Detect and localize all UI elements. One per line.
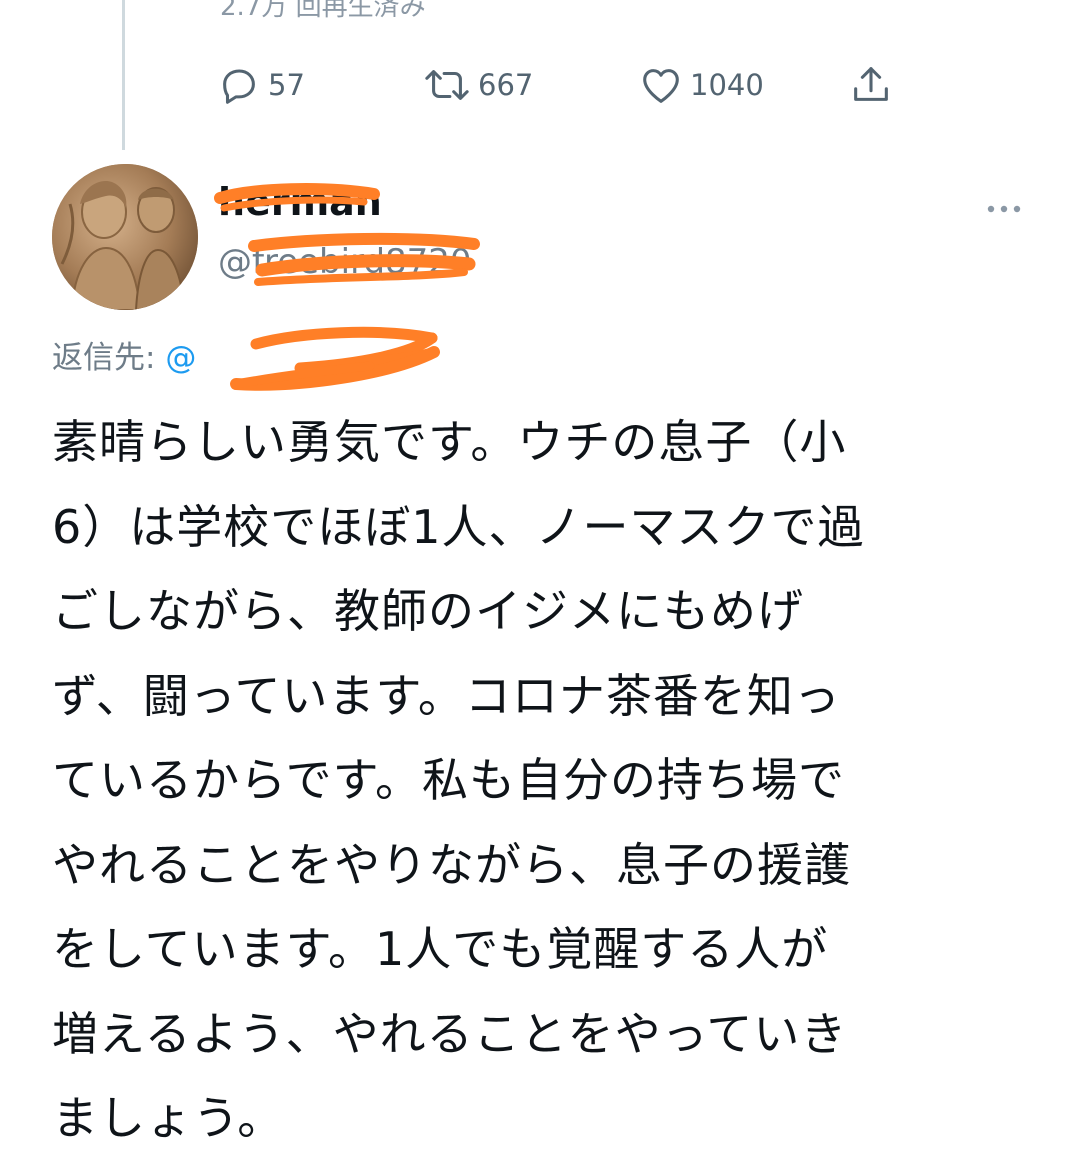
more-icon — [984, 205, 1024, 226]
reply-button[interactable]: 57 — [216, 58, 305, 112]
heart-icon — [638, 62, 684, 108]
views-count: 2.7万 回再生済み — [220, 0, 426, 22]
share-button[interactable] — [848, 58, 894, 112]
reply-to-label: 返信先: — [52, 340, 156, 376]
thread-line — [122, 0, 125, 150]
more-options-button[interactable] — [984, 196, 1024, 222]
retweet-icon — [422, 62, 472, 108]
retweet-count: 667 — [478, 68, 534, 102]
reply-to-mention[interactable]: @ — [165, 340, 196, 376]
reply-to-line: 返信先: @ — [52, 332, 196, 377]
tweet-text-line: ましょう。 — [52, 1091, 285, 1145]
avatar[interactable] — [52, 164, 198, 310]
tweet-text-line: 素晴らしい勇気です。ウチの息子（小 — [52, 415, 847, 469]
tweet-text-line: ず、闘っています。コロナ茶番を知っ — [52, 668, 841, 723]
redaction-scribble-mention — [230, 326, 440, 391]
share-icon — [848, 62, 894, 108]
tweet-text-line: ているからです。私も自分の持ち場で — [52, 753, 846, 807]
tweet-text-line: 増えるよう、やれることをやっていき — [52, 1006, 848, 1061]
display-name[interactable]: herman — [218, 180, 382, 224]
tweet-text: 素晴らしい勇気です。ウチの息子（小 6）は学校でほぼ1人、ノーマスクで過 ごしな… — [52, 400, 1027, 1161]
tweet-text-line: ごしながら、教師のイジメにもめげ — [52, 584, 804, 638]
reply-count: 57 — [268, 68, 305, 102]
tweet-text-line: 6）は学校でほぼ1人、ノーマスクで過 — [52, 499, 865, 554]
reply-icon — [216, 62, 262, 108]
retweet-button[interactable]: 667 — [422, 58, 533, 112]
action-bar: 57 667 1040 — [216, 58, 916, 112]
like-button[interactable]: 1040 — [638, 58, 764, 112]
tweet-text-line: をしています。1人でも覚醒する人が — [52, 922, 829, 976]
tweet-text-line: やれることをやりながら、息子の援護 — [52, 837, 851, 892]
like-count: 1040 — [690, 68, 764, 102]
user-handle[interactable]: @freebird8720 — [218, 242, 472, 282]
